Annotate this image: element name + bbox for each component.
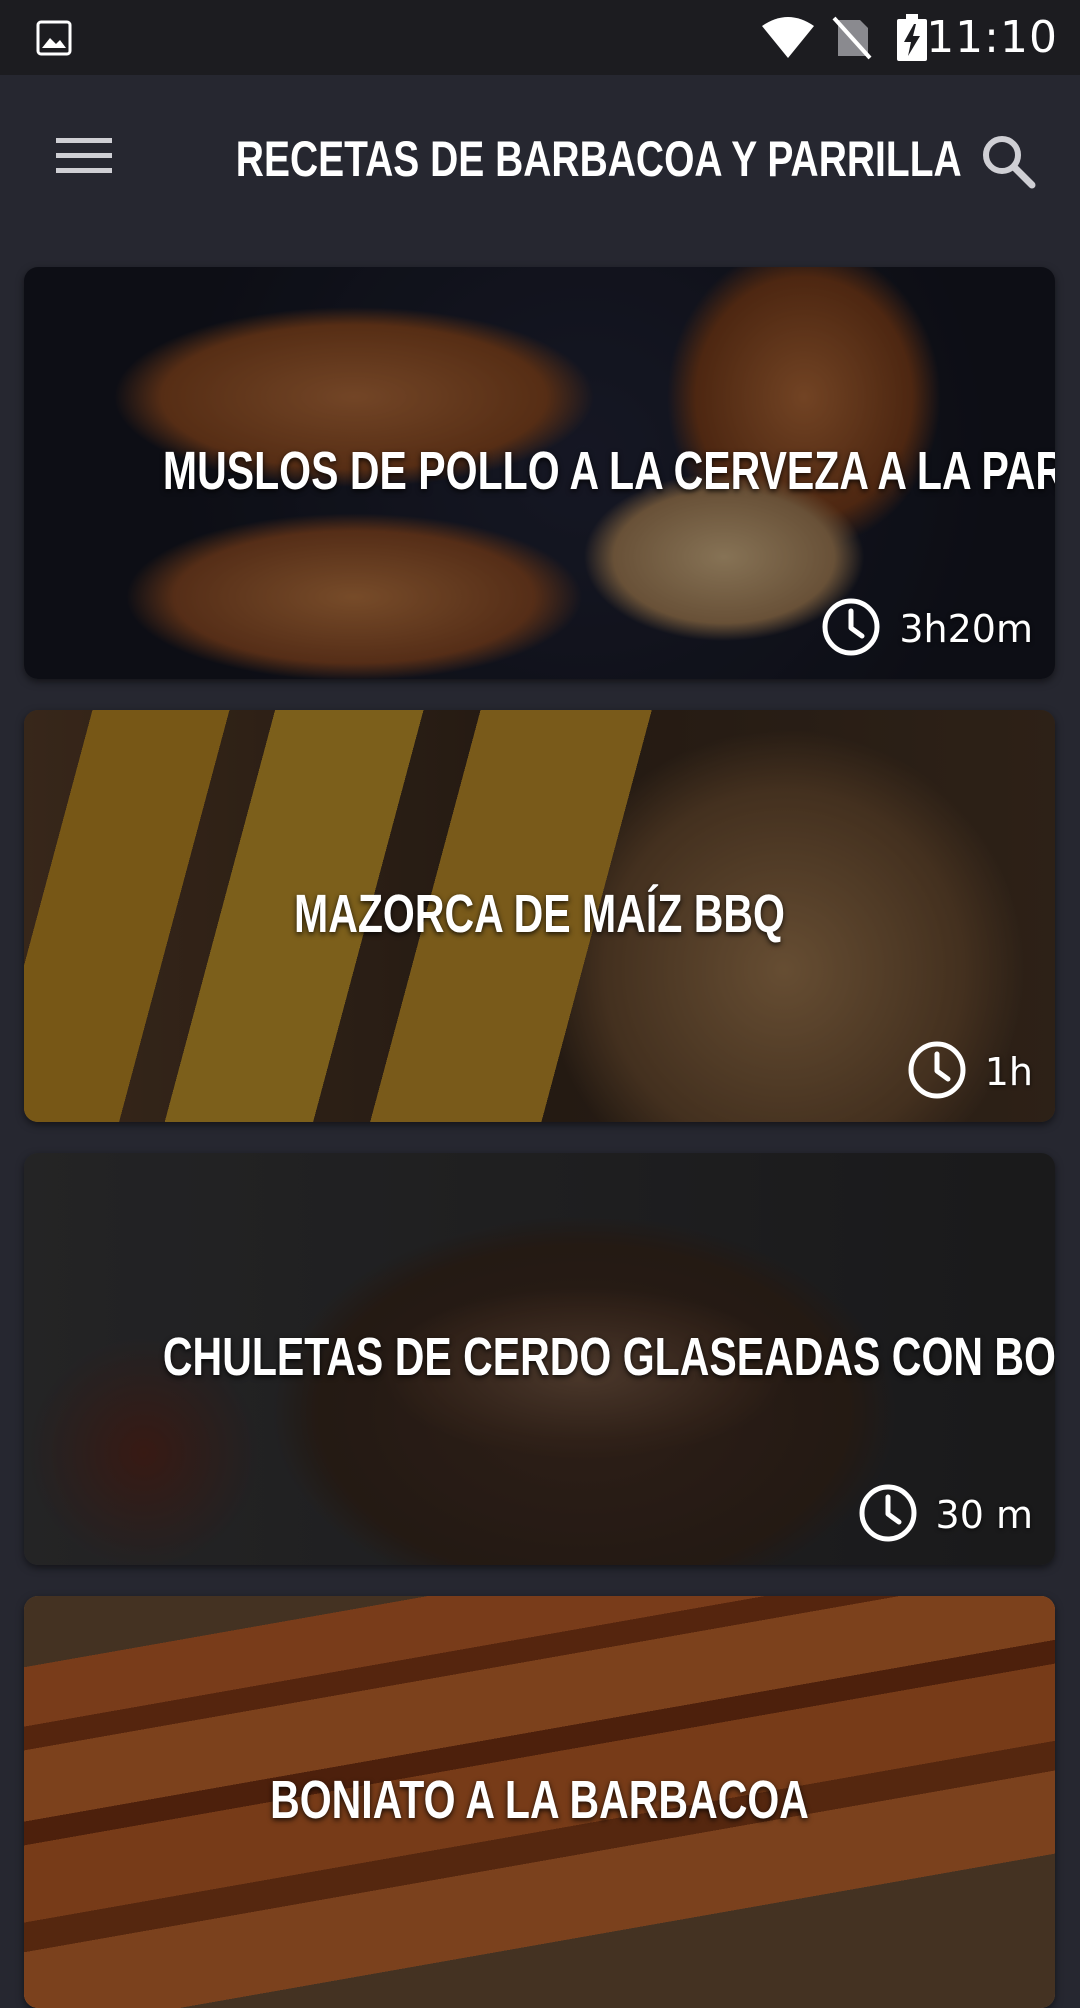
recipe-title: MUSLOS DE POLLO A LA CERVEZA A LA PARRIL… bbox=[162, 441, 1055, 501]
search-button[interactable] bbox=[968, 123, 1048, 203]
no-sim-icon bbox=[832, 16, 872, 65]
gallery-icon bbox=[36, 20, 72, 61]
recipe-time: 3h20m bbox=[821, 591, 1033, 667]
recipe-card[interactable]: BONIATO A LA BARBACOA bbox=[24, 1596, 1055, 2008]
recipe-title: MAZORCA DE MAÍZ BBQ bbox=[294, 884, 785, 944]
app-bar: RECETAS DE BARBACOA Y PARRILLA bbox=[0, 75, 1080, 245]
recipe-time-label: 3h20m bbox=[899, 607, 1033, 651]
recipe-time: 30 m bbox=[858, 1477, 1033, 1553]
status-bar: 11:10 bbox=[0, 0, 1080, 75]
recipe-card[interactable]: MAZORCA DE MAÍZ BBQ 1h bbox=[24, 710, 1055, 1122]
recipe-title: BONIATO A LA BARBACOA bbox=[270, 1770, 809, 1830]
recipe-time-label: 1h bbox=[984, 1050, 1033, 1094]
battery-charging-icon bbox=[896, 14, 928, 67]
recipe-card[interactable]: MUSLOS DE POLLO A LA CERVEZA A LA PARRIL… bbox=[24, 267, 1055, 679]
clock-icon bbox=[907, 1040, 967, 1105]
recipe-time-label: 30 m bbox=[935, 1493, 1033, 1537]
search-icon bbox=[980, 133, 1036, 194]
page-title: RECETAS DE BARBACOA Y PARRILLA bbox=[235, 131, 962, 187]
recipe-card[interactable]: CHULETAS DE CERDO GLASEADAS CON BOURBON … bbox=[24, 1153, 1055, 1565]
clock-icon bbox=[821, 597, 881, 662]
menu-button[interactable] bbox=[44, 123, 124, 193]
status-time: 11:10 bbox=[926, 12, 1058, 63]
recipe-title: CHULETAS DE CERDO GLASEADAS CON BOURBON … bbox=[162, 1327, 1055, 1387]
hamburger-menu-icon bbox=[56, 136, 112, 181]
clock-icon bbox=[858, 1483, 918, 1548]
wifi-icon bbox=[760, 16, 816, 65]
recipe-time: 1h bbox=[907, 1034, 1033, 1110]
